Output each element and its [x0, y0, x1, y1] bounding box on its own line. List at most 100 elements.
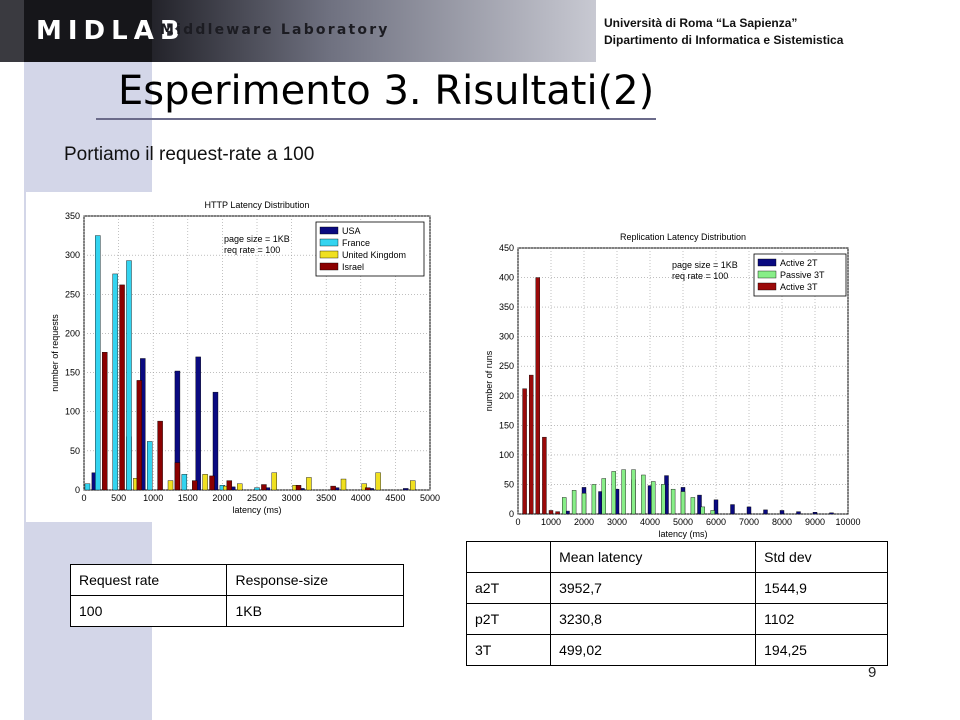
- bar: [119, 284, 125, 491]
- bar: [670, 488, 676, 515]
- bar: [631, 469, 636, 515]
- y-tick-label: 350: [65, 211, 80, 221]
- bar: [812, 512, 818, 515]
- request-table-cell: 1KB: [226, 595, 404, 627]
- x-tick-label: 2000: [212, 493, 232, 503]
- y-tick-label: 150: [65, 368, 80, 378]
- x-tick-label: 8000: [772, 517, 792, 527]
- x-tick-label: 500: [111, 493, 126, 503]
- latency-table-cell: 3T: [465, 634, 552, 666]
- bar: [561, 497, 567, 515]
- bar: [330, 485, 336, 491]
- latency-table-cell: Mean latency: [550, 541, 757, 573]
- bar: [763, 509, 768, 515]
- bar: [621, 469, 626, 515]
- y-tick-label: 300: [499, 332, 514, 342]
- legend-label: Israel: [342, 262, 364, 272]
- bar: [306, 477, 312, 491]
- x-tick-label: 5000: [420, 493, 440, 503]
- latency-table-cell: 3952,7: [550, 572, 757, 604]
- legend-label: USA: [342, 226, 361, 236]
- legend-swatch: [319, 250, 339, 259]
- bar: [651, 481, 656, 515]
- y-axis-label: number of runs: [484, 350, 494, 411]
- bar: [209, 475, 215, 491]
- legend-label: Passive 3T: [780, 270, 825, 280]
- x-tick-label: 6000: [706, 517, 726, 527]
- x-tick-label: 5000: [673, 517, 693, 527]
- bar: [710, 510, 715, 515]
- x-tick-label: 2500: [247, 493, 267, 503]
- bar: [147, 441, 153, 491]
- university-label: Università di Roma “La Sapienza” Diparti…: [604, 15, 843, 49]
- x-tick-label: 1500: [178, 493, 198, 503]
- bar: [195, 356, 201, 491]
- bar: [365, 487, 371, 491]
- latency-table-cell: a2T: [465, 572, 552, 604]
- bar: [548, 510, 554, 515]
- bar: [102, 352, 108, 491]
- x-tick-label: 0: [515, 517, 520, 527]
- bar: [181, 474, 188, 491]
- slide-subtitle: Portiamo il request-rate a 100: [64, 144, 315, 165]
- x-tick-label: 4000: [640, 517, 660, 527]
- logo-tagline: Middleware Laboratory: [160, 22, 390, 38]
- y-tick-label: 400: [499, 273, 514, 283]
- legend-label: Active 2T: [780, 258, 818, 268]
- y-tick-label: 450: [499, 243, 514, 253]
- http-latency-chart: HTTP Latency Distribution 0 500 1000 1500 200…: [26, 192, 446, 522]
- legend-swatch: [757, 270, 777, 279]
- legend-label: France: [342, 238, 370, 248]
- x-tick-label: 4500: [385, 493, 405, 503]
- x-tick-label: 3500: [316, 493, 336, 503]
- bar: [174, 462, 181, 491]
- y-tick-label: 150: [499, 420, 514, 430]
- bar: [136, 380, 143, 491]
- bar: [641, 474, 646, 515]
- chart-annotation: page size = 1KB: [672, 260, 738, 270]
- legend-swatch: [319, 226, 339, 235]
- x-axis-label: latency (ms): [232, 505, 281, 515]
- y-tick-label: 100: [499, 450, 514, 460]
- x-tick-label: 9000: [805, 517, 825, 527]
- title-underline: [96, 118, 656, 120]
- bar: [535, 277, 541, 515]
- legend-swatch: [319, 238, 339, 247]
- legend-swatch: [757, 258, 777, 267]
- bar: [581, 493, 587, 515]
- bar: [660, 484, 666, 515]
- bar: [591, 484, 597, 515]
- bar: [271, 472, 278, 491]
- bar: [403, 488, 409, 491]
- latency-table-cell: 1544,9: [755, 572, 888, 604]
- request-table-header-row: Request rate Response-size: [69, 564, 404, 596]
- logo-left-strip: [0, 0, 24, 62]
- bar: [126, 260, 132, 491]
- bar: [236, 483, 243, 491]
- bar: [571, 490, 577, 515]
- bar: [680, 491, 686, 515]
- bar: [522, 388, 527, 515]
- latency-table-cell: 499,02: [550, 634, 757, 666]
- y-tick-label: 250: [499, 361, 514, 371]
- y-tick-label: 200: [65, 328, 80, 338]
- bar: [340, 478, 347, 491]
- y-tick-label: 50: [504, 479, 514, 489]
- x-axis-label: latency (ms): [658, 529, 707, 539]
- latency-table-cell: 1102: [755, 603, 888, 635]
- latency-table-row: p2T 3230,8 1102: [465, 603, 888, 635]
- latency-table-row: 3T 499,02 194,25: [465, 634, 888, 666]
- request-table-row: 100 1KB: [69, 595, 404, 627]
- y-tick-label: 0: [75, 485, 80, 495]
- bar: [611, 471, 616, 515]
- university-line2: Dipartimento di Informatica e Sistemisti…: [604, 33, 844, 47]
- page-number: 9: [868, 664, 877, 681]
- bar: [202, 474, 208, 491]
- chart-annotation: page size = 1KB: [224, 234, 290, 244]
- bar: [690, 497, 696, 515]
- y-tick-label: 350: [499, 302, 514, 312]
- bar: [192, 480, 198, 491]
- y-tick-label: 0: [509, 509, 514, 519]
- latency-table-cell: [465, 541, 552, 573]
- header-logo-bar: MIDLAB Middleware Laboratory: [0, 0, 596, 62]
